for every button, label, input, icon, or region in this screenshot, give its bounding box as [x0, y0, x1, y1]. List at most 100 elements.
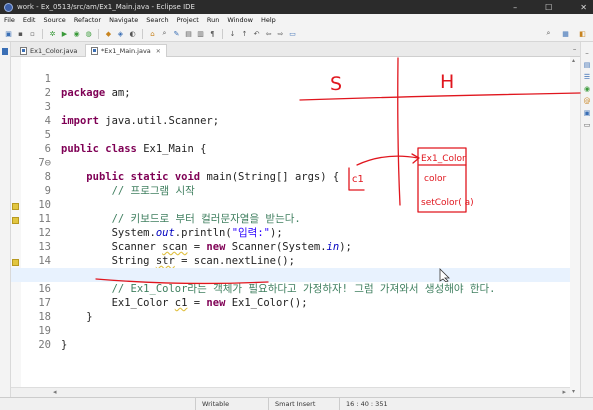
back-icon[interactable]: ⇦: [264, 29, 273, 38]
task-list-icon[interactable]: ☰: [583, 74, 591, 81]
menu-help[interactable]: Help: [261, 16, 276, 24]
scroll-down-icon[interactable]: ▾: [572, 388, 575, 395]
next-annotation-icon[interactable]: ↓: [228, 29, 237, 38]
minimize-icon[interactable]: –: [513, 3, 517, 12]
editor-tab-bar: Ex1_Color.java *Ex1_Main.java ✕ – □: [11, 42, 593, 57]
code-line[interactable]: 8 // 프로그램 시작: [11, 156, 570, 197]
menu-navigate[interactable]: Navigate: [109, 16, 138, 24]
right-trim: – ▤ ☰ ◉ @ ▣ ▭: [580, 42, 593, 410]
toolbar-separator: [98, 28, 99, 39]
javadoc-icon[interactable]: @: [583, 98, 591, 105]
line-number: 20: [38, 339, 51, 351]
menu-run[interactable]: Run: [207, 16, 219, 24]
code-line-current[interactable]: 16 Ex1_Color c1 = new Ex1_Color();: [11, 268, 570, 309]
toolbar-separator: [142, 28, 143, 39]
scroll-left-icon[interactable]: ◂: [53, 388, 57, 396]
toolbar-right: ⌕ ▦ ◧: [544, 29, 587, 38]
title-bar: work - Ex_0513/src/am/Ex1_Main.java - Ec…: [0, 0, 593, 14]
new-package-icon[interactable]: ◈: [116, 29, 125, 38]
new-class-icon[interactable]: ◐: [128, 29, 137, 38]
status-cursor-position: 16 : 40 : 351: [339, 398, 416, 410]
prev-annotation-icon[interactable]: ↑: [240, 29, 249, 38]
last-edit-icon[interactable]: ↶: [252, 29, 261, 38]
java-file-icon: [20, 46, 27, 55]
menu-edit[interactable]: Edit: [23, 16, 36, 24]
window-controls: – ☐ ✕: [513, 0, 587, 14]
console-icon[interactable]: ▭: [583, 122, 591, 129]
code-line[interactable]: 1 package am;: [11, 58, 570, 99]
code-line[interactable]: 15 // Ex1_Color라는 객체가 필요하다고 가정하자! 그럼 가져와…: [11, 254, 570, 295]
code-line[interactable]: 5 public class Ex1_Main {: [11, 114, 570, 155]
code-line[interactable]: 18: [11, 296, 570, 323]
code-line[interactable]: 10 // 키보드로 부터 컬러문자열을 받는다.: [11, 184, 570, 225]
toolbar-separator: [42, 28, 43, 39]
close-icon[interactable]: ✕: [580, 3, 587, 12]
tab-label: *Ex1_Main.java: [101, 47, 151, 55]
code-line[interactable]: 14: [11, 240, 570, 267]
external-tools-icon[interactable]: ◍: [84, 29, 93, 38]
search-tool-icon[interactable]: ⌕: [160, 29, 169, 38]
debug-icon[interactable]: ✲: [48, 29, 57, 38]
code-line[interactable]: 7⊖ public static void main(String[] args…: [11, 142, 570, 183]
vertical-scrollbar[interactable]: ▴ ▾: [570, 57, 580, 397]
toolbar-separator: [222, 28, 223, 39]
minimize-panel-icon[interactable]: –: [583, 50, 591, 57]
left-trim: [0, 42, 11, 410]
close-tab-icon[interactable]: ✕: [156, 48, 161, 55]
problems-icon[interactable]: ◉: [583, 86, 591, 93]
menu-bar: File Edit Source Refactor Navigate Searc…: [0, 14, 593, 26]
open-type-icon[interactable]: ⌂: [148, 29, 157, 38]
toggle-mark-icon[interactable]: ▤: [184, 29, 193, 38]
declaration-icon[interactable]: ▣: [583, 110, 591, 117]
open-perspective-icon[interactable]: ▦: [561, 29, 570, 38]
code-line[interactable]: 2: [11, 72, 570, 99]
annotation-icon[interactable]: ✎: [172, 29, 181, 38]
menu-window[interactable]: Window: [227, 16, 253, 24]
restore-view-icon[interactable]: [2, 48, 8, 55]
search-icon[interactable]: ⌕: [544, 29, 553, 38]
code-line[interactable]: 13 String str = scan.nextLine();: [11, 226, 570, 267]
minimize-view-icon[interactable]: –: [573, 45, 577, 53]
menu-search[interactable]: Search: [146, 16, 168, 24]
new-icon[interactable]: ▣: [4, 29, 13, 38]
code-line[interactable]: 9: [11, 170, 570, 197]
block-selection-icon[interactable]: ▥: [196, 29, 205, 38]
status-bar: Writable Smart Insert 16 : 40 : 351: [0, 397, 593, 410]
code-line[interactable]: 11 System.out.println("입력:");: [11, 198, 570, 239]
code-line[interactable]: 6: [11, 128, 570, 155]
run-icon[interactable]: ▶: [60, 29, 69, 38]
code-line[interactable]: 19 }: [11, 310, 570, 351]
save-icon[interactable]: ▪: [16, 29, 25, 38]
forward-icon[interactable]: ⇨: [276, 29, 285, 38]
menu-source[interactable]: Source: [43, 16, 65, 24]
code-line[interactable]: 17 }: [11, 282, 570, 323]
eclipse-icon: [4, 2, 13, 12]
scroll-up-icon[interactable]: ▴: [572, 57, 575, 64]
menu-refactor[interactable]: Refactor: [74, 16, 101, 24]
java-perspective-icon[interactable]: ◧: [578, 29, 587, 38]
code-line[interactable]: 3 import java.util.Scanner;: [11, 86, 570, 127]
status-insert-mode: Smart Insert: [268, 398, 343, 410]
pin-editor-icon[interactable]: ▭: [288, 29, 297, 38]
scroll-right-icon[interactable]: ▸: [562, 388, 566, 396]
code-line[interactable]: 4: [11, 100, 570, 127]
status-writable: Writable: [195, 398, 272, 410]
code-line[interactable]: 12 Scanner scan = new Scanner(System.in)…: [11, 212, 570, 253]
coverage-icon[interactable]: ◉: [72, 29, 81, 38]
code-line[interactable]: 20: [11, 324, 570, 351]
tab-ex1-main[interactable]: *Ex1_Main.java ✕: [85, 44, 167, 57]
tab-label: Ex1_Color.java: [30, 46, 78, 55]
code-editor[interactable]: 1 package am; 2 3 import java.util.Scann…: [11, 57, 570, 387]
horizontal-scrollbar[interactable]: ◂ ▸: [11, 387, 570, 397]
window-title: work - Ex_0513/src/am/Ex1_Main.java - Ec…: [17, 3, 195, 11]
maximize-icon[interactable]: ☐: [545, 3, 552, 12]
menu-project[interactable]: Project: [177, 16, 199, 24]
mouse-pointer-icon: [439, 268, 450, 282]
new-java-project-icon[interactable]: ◆: [104, 29, 113, 38]
whitespace-icon[interactable]: ¶: [208, 29, 217, 38]
menu-file[interactable]: File: [4, 16, 15, 24]
tab-ex1-color[interactable]: Ex1_Color.java: [15, 44, 82, 57]
save-all-icon[interactable]: ▫: [28, 29, 37, 38]
java-file-icon: [91, 47, 98, 55]
outline-icon[interactable]: ▤: [583, 62, 591, 69]
